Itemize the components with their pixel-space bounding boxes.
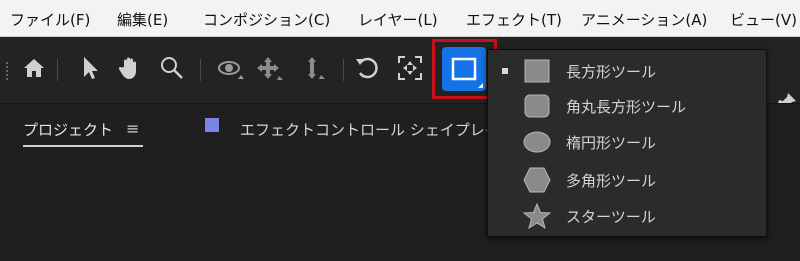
toolbar-separator	[200, 59, 201, 81]
selection-tool-button[interactable]	[75, 51, 105, 85]
panel-menu-icon[interactable]: ≡	[126, 119, 139, 138]
flyout-item-rectangle[interactable]: 長方形ツール	[488, 54, 766, 88]
toolbar-separator	[57, 59, 58, 81]
flyout-item-star[interactable]: スターツール	[488, 199, 766, 233]
pan-camera-icon	[257, 57, 283, 80]
flyout-item-label: 多角形ツール	[566, 171, 657, 190]
flyout-item-rounded-rectangle[interactable]: 角丸長方形ツール	[488, 89, 766, 123]
rotate-icon	[356, 57, 378, 79]
menu-layer[interactable]: レイヤー(L)	[358, 9, 438, 30]
tab-active-underline	[23, 145, 143, 147]
effect-controls-color-label	[205, 118, 219, 132]
polygon-shape-icon	[522, 165, 552, 195]
dolly-camera-button[interactable]	[299, 51, 329, 85]
pan-camera-button[interactable]	[254, 51, 284, 85]
pan-behind-tool-button[interactable]	[395, 51, 425, 85]
dolly-camera-icon	[308, 57, 325, 79]
toolbar-separator	[343, 59, 344, 81]
selection-arrow-icon	[84, 57, 98, 79]
flyout-item-label: スターツール	[566, 207, 656, 226]
hand-tool-button[interactable]	[115, 51, 145, 85]
orbit-camera-icon	[218, 61, 244, 79]
flyout-item-polygon[interactable]: 多角形ツール	[488, 163, 766, 197]
menu-composition[interactable]: コンポジション(C)	[203, 9, 330, 30]
hand-icon	[118, 57, 136, 79]
tab-project[interactable]: プロジェクト	[23, 119, 113, 140]
tab-effect-controls[interactable]: エフェクトコントロール シェイプレイ	[240, 119, 490, 140]
rotate-tool-button[interactable]	[353, 51, 383, 85]
flyout-item-ellipse[interactable]: 楕円形ツール	[488, 125, 766, 159]
menu-view[interactable]: ビュー(V)	[730, 9, 797, 30]
rounded-rectangle-shape-icon	[522, 91, 552, 121]
flyout-item-label: 楕円形ツール	[566, 133, 657, 152]
menu-animation[interactable]: アニメーション(A)	[581, 9, 707, 30]
toolbar-grip[interactable]	[5, 61, 9, 81]
flyout-indicator	[478, 83, 483, 88]
rectangle-tool-button[interactable]	[442, 47, 486, 91]
menu-bar: ファイル(F) 編集(E) コンポジション(C) レイヤー(L) エフェクト(T…	[0, 0, 800, 37]
home-button[interactable]	[19, 51, 49, 85]
zoom-icon	[161, 57, 183, 79]
menu-file[interactable]: ファイル(F)	[10, 9, 90, 30]
menu-effect[interactable]: エフェクト(T)	[466, 9, 562, 30]
menu-edit[interactable]: 編集(E)	[117, 9, 168, 30]
rectangle-tool-icon	[451, 57, 477, 81]
orbit-camera-button[interactable]	[215, 51, 245, 85]
zoom-tool-button[interactable]	[157, 51, 187, 85]
pan-behind-icon	[398, 56, 422, 80]
home-icon	[24, 59, 44, 77]
ellipse-shape-icon	[522, 127, 552, 157]
star-shape-icon	[522, 201, 552, 231]
selected-bullet	[502, 68, 508, 74]
shape-tool-flyout: 長方形ツール 角丸長方形ツール 楕円形ツール 多角形ツール スターツール	[487, 49, 767, 237]
flyout-item-label: 長方形ツール	[566, 62, 657, 81]
rectangle-shape-icon	[522, 56, 552, 86]
flyout-item-label: 角丸長方形ツール	[566, 97, 687, 116]
